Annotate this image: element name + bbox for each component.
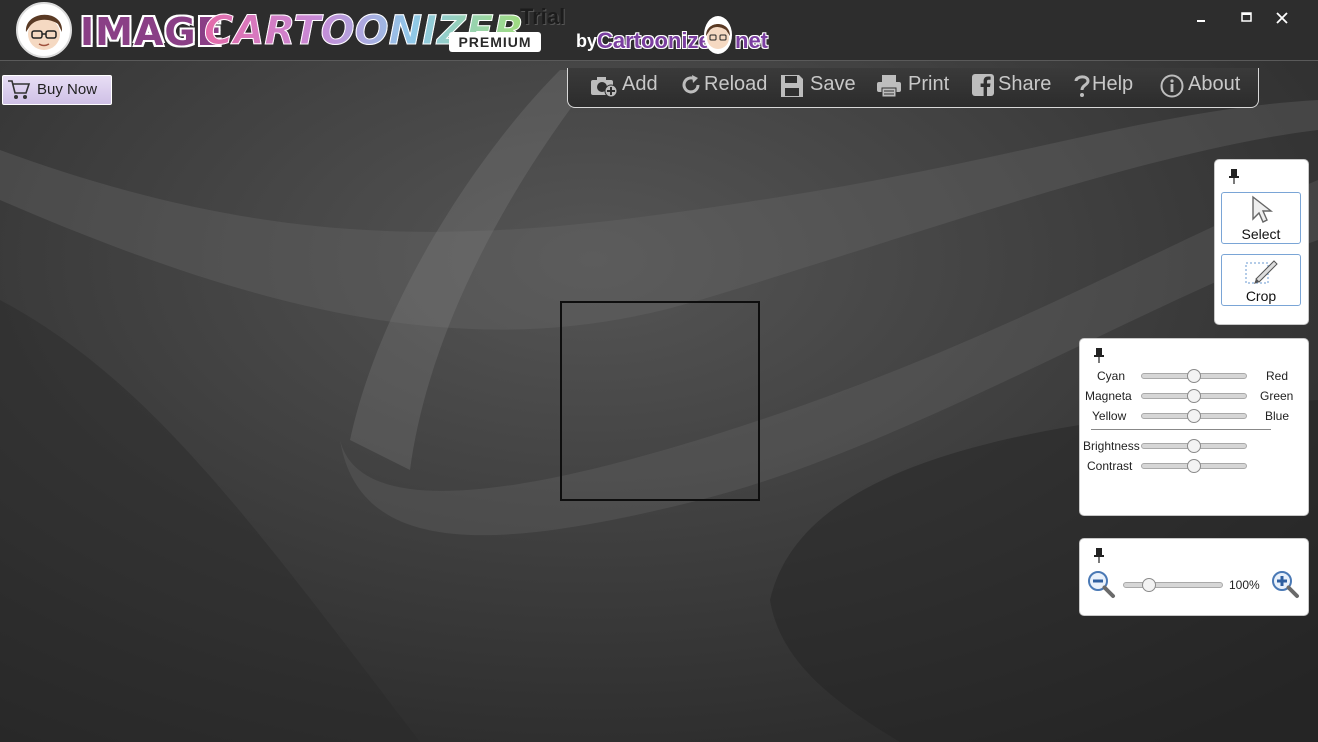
panel-divider [1091, 429, 1271, 430]
red-label: Red [1266, 369, 1289, 383]
logo-premium-badge: PREMIUM [449, 32, 541, 52]
cart-icon [8, 80, 31, 99]
arrow-cursor-icon [1252, 195, 1274, 223]
zoom-panel: 100% [1079, 538, 1309, 616]
buy-now-label: Buy Now [37, 81, 98, 98]
brand-mascot [704, 16, 732, 54]
select-tool-button[interactable]: Select [1221, 192, 1301, 244]
contrast-slider-thumb[interactable] [1187, 459, 1201, 473]
brand-suffix: net [735, 28, 768, 53]
close-icon [1276, 12, 1288, 24]
trial-label: Trial [520, 4, 566, 29]
yellow-blue-slider-thumb[interactable] [1187, 409, 1201, 423]
image-canvas-frame[interactable] [560, 301, 760, 501]
title-divider [0, 60, 1318, 61]
main-toolbar: Add Reload Save Print Share Help About [567, 68, 1259, 108]
toolbar-reload-label: Reload [704, 73, 768, 95]
toolbar-print-label: Print [908, 73, 950, 95]
minimize-button[interactable] [1185, 8, 1217, 28]
crop-icon [1245, 260, 1278, 284]
maximize-icon [1241, 12, 1252, 22]
zoom-value: 100% [1229, 578, 1260, 592]
toolbar-add-label: Add [622, 73, 658, 95]
logo-image-text: IMAGE [80, 10, 224, 54]
zoom-in-icon [1272, 571, 1299, 598]
toolbar-save-label: Save [810, 73, 856, 95]
floppy-icon [781, 75, 803, 97]
select-tool-label: Select [1241, 226, 1281, 242]
crop-tool-label: Crop [1245, 288, 1277, 304]
cyan-red-slider-thumb[interactable] [1187, 369, 1201, 383]
facebook-icon [972, 74, 994, 96]
zoom-slider[interactable] [1123, 582, 1223, 588]
toolbar-about-label: About [1188, 73, 1241, 95]
printer-icon [877, 75, 901, 98]
contrast-label: Contrast [1087, 459, 1133, 473]
buy-now-button[interactable]: Buy Now [2, 75, 112, 105]
question-icon [1074, 75, 1090, 97]
avatar [16, 2, 72, 58]
crop-tool-button[interactable]: Crop [1221, 254, 1301, 306]
brightness-slider-thumb[interactable] [1187, 439, 1201, 453]
tools-panel: Select Crop [1214, 159, 1309, 325]
magenta-label: Magneta [1085, 389, 1132, 403]
close-button[interactable] [1266, 8, 1298, 28]
zoom-out-icon [1088, 571, 1115, 598]
pin-icon[interactable] [1228, 168, 1240, 187]
zoom-slider-thumb[interactable] [1142, 578, 1156, 592]
pin-icon[interactable] [1093, 347, 1105, 366]
green-label: Green [1260, 389, 1294, 403]
maximize-button[interactable] [1230, 8, 1262, 28]
toolbar-share-label: Share [998, 73, 1052, 95]
cyan-label: Cyan [1097, 369, 1126, 383]
toolbar-help-label: Help [1092, 73, 1134, 95]
yellow-label: Yellow [1092, 409, 1127, 423]
zoom-in-button[interactable] [1270, 569, 1300, 599]
reload-icon [682, 75, 700, 94]
zoom-out-button[interactable] [1086, 569, 1116, 599]
minimize-icon [1197, 20, 1205, 22]
pin-icon[interactable] [1093, 547, 1105, 566]
by-label: by [576, 31, 598, 51]
color-adjust-panel: Cyan Red Magneta Green Yellow Blue Brigh… [1079, 338, 1309, 516]
blue-label: Blue [1265, 409, 1290, 423]
camera-add-icon [591, 77, 618, 98]
magenta-green-slider-thumb[interactable] [1187, 389, 1201, 403]
brightness-label: Brightness [1083, 439, 1140, 453]
info-icon [1160, 74, 1184, 98]
brand-name: Cartoonize [597, 28, 711, 53]
